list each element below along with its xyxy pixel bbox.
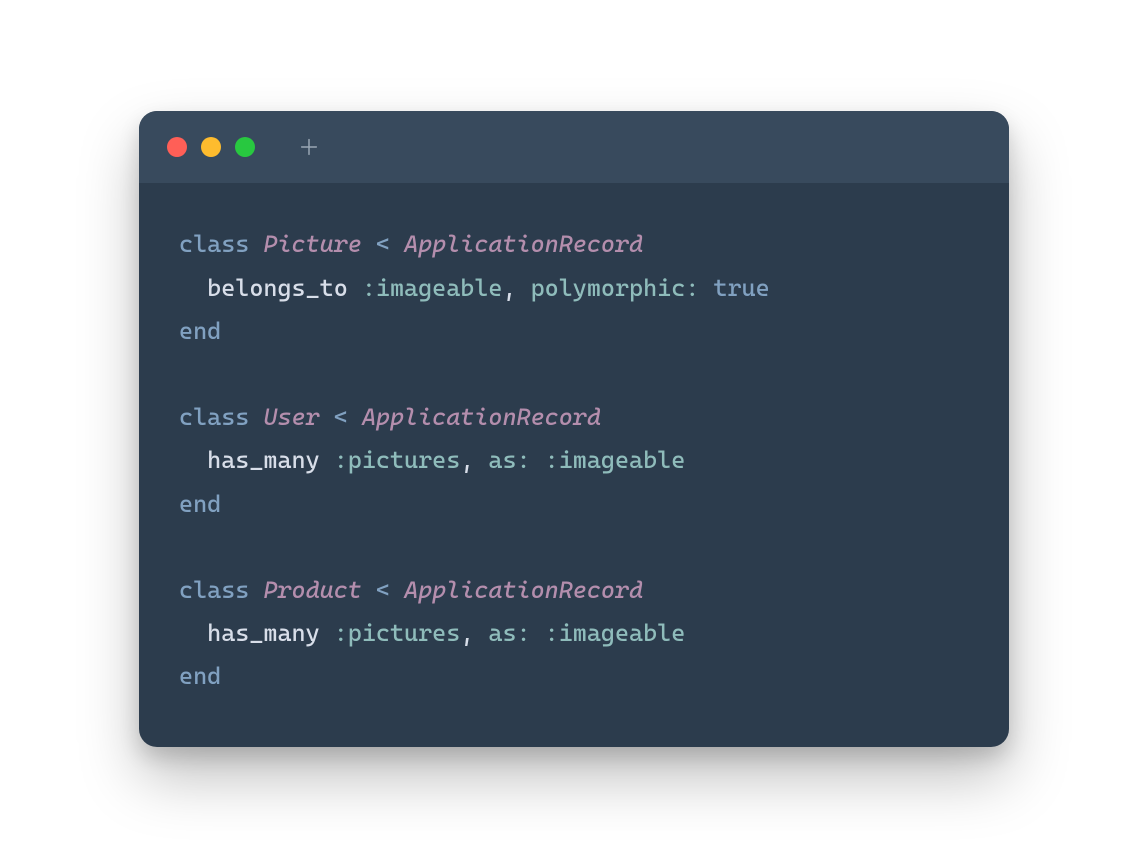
- code-line-7: end: [179, 490, 221, 518]
- zoom-button[interactable]: [235, 137, 255, 157]
- titlebar: [139, 111, 1009, 183]
- new-tab-button[interactable]: [297, 135, 321, 159]
- code-line-6: has_many :pictures, as: :imageable: [179, 446, 685, 474]
- code-content[interactable]: class Picture < ApplicationRecord belong…: [139, 183, 1009, 746]
- code-editor-window: class Picture < ApplicationRecord belong…: [139, 111, 1009, 746]
- plus-icon: [298, 136, 320, 158]
- code-line-11: end: [179, 662, 221, 690]
- code-line-9: class Product < ApplicationRecord: [179, 576, 643, 604]
- code-line-1: class Picture < ApplicationRecord: [179, 230, 643, 258]
- minimize-button[interactable]: [201, 137, 221, 157]
- code-line-10: has_many :pictures, as: :imageable: [179, 619, 685, 647]
- code-line-5: class User < ApplicationRecord: [179, 403, 601, 431]
- code-line-2: belongs_to :imageable, polymorphic: true: [179, 274, 770, 302]
- close-button[interactable]: [167, 137, 187, 157]
- code-line-3: end: [179, 317, 221, 345]
